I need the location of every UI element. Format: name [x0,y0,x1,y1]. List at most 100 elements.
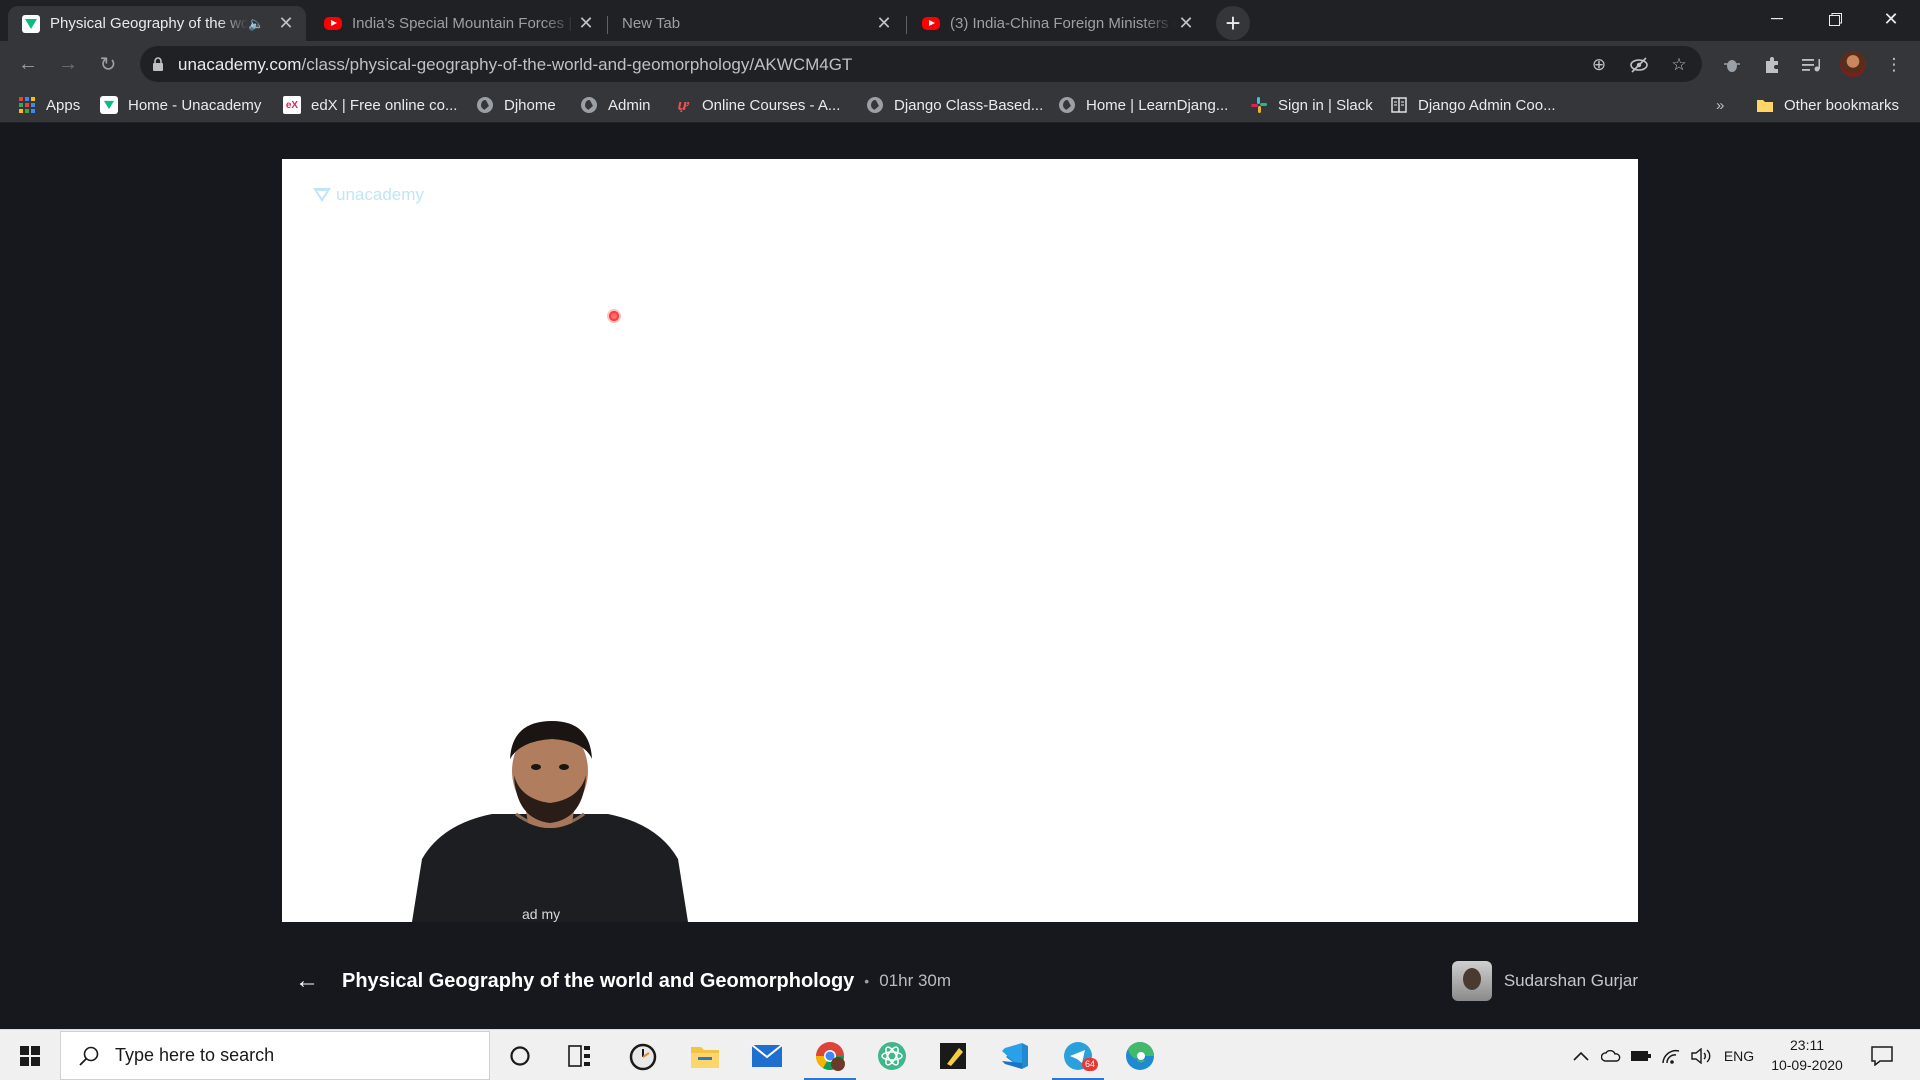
separator-dot: • [864,973,870,989]
sticky-notes-icon[interactable] [923,1030,983,1080]
bookmark-apps[interactable]: Apps [18,94,80,116]
media-queue-icon[interactable] [1800,53,1824,77]
bookmark-admin[interactable]: Admin [580,94,651,116]
atom-editor-icon[interactable] [862,1030,922,1080]
back-arrow-icon[interactable]: ← [292,966,322,996]
globe-icon [1058,96,1076,114]
bookmark-other-bookmarks[interactable]: Other bookmarks [1756,94,1899,116]
youtube-icon [324,15,342,33]
vscode-icon[interactable] [985,1030,1045,1080]
taskbar-clock[interactable]: 23:11 10-09-2020 [1762,1035,1852,1075]
restore-icon[interactable] [1806,0,1864,38]
battery-icon[interactable] [1628,1030,1654,1080]
wifi-icon[interactable] [1658,1030,1684,1080]
clock-date: 10-09-2020 [1771,1057,1843,1073]
clock-app-icon[interactable] [613,1030,673,1080]
url-path: /class/physical-geography-of-the-world-a… [301,55,853,74]
bookmark-label: Home - Unacademy [128,96,262,114]
forward-icon[interactable]: → [52,48,84,80]
bookmark-online-courses[interactable]: ự Online Courses - A... [674,94,841,116]
windows-logo-icon [20,1045,40,1066]
back-icon[interactable]: ← [12,48,44,80]
bookmark-label: Other bookmarks [1784,96,1900,114]
volume-icon[interactable] [1688,1030,1716,1080]
tab-title: New Tab [622,15,681,32]
bookmark-label: Admin [608,96,651,114]
input-language[interactable]: ENG [1720,1030,1758,1080]
educator-webcam-video: ad my [412,721,688,922]
close-window-icon[interactable]: ✕ [1862,0,1920,38]
taskbar-search-box[interactable]: Type here to search [60,1031,490,1080]
cortana-icon[interactable] [490,1030,550,1080]
tab-youtube-mountain-forces[interactable]: India's Special Mountain Forces | Indian… [310,6,606,41]
bookmark-learndjango[interactable]: Home | LearnDjang... [1058,94,1228,116]
youtube-icon [922,15,940,33]
bookmark-slack[interactable]: Sign in | Slack [1250,94,1373,116]
mail-icon[interactable] [737,1030,797,1080]
class-title: Physical Geography of the world and Geom… [342,969,855,992]
edge-browser-icon[interactable] [1110,1030,1170,1080]
browser-tab-strip: Physical Geography of the world and Geom… [0,0,1920,41]
telegram-icon[interactable]: 64 [1048,1030,1108,1080]
lock-icon [153,57,163,71]
bookmark-djhome[interactable]: Djhome [476,94,556,116]
close-tab-icon[interactable]: ✕ [874,13,894,34]
reload-icon[interactable]: ↻ [92,48,124,80]
speaker-icon[interactable]: 🔈 [248,16,266,32]
tab-title: India's Special Mountain Forces | Indian… [352,15,576,32]
bookmark-label: Online Courses - A... [702,96,841,114]
profile-avatar[interactable] [1840,51,1866,77]
windows-taskbar: Type here to search 64 ENG 23:11 10-09-2… [0,1029,1920,1080]
unacademy-icon [100,96,118,114]
start-button[interactable] [0,1030,60,1080]
bookmarks-bar: Apps Home - Unacademy eX edX | Free onli… [0,87,1920,123]
extensions-puzzle-icon[interactable] [1760,53,1784,77]
folder-icon [1756,96,1774,114]
task-view-icon[interactable] [550,1030,610,1080]
laser-pointer [607,309,621,323]
bookmark-label: Home | LearnDjang... [1086,96,1229,114]
new-tab-button[interactable]: + [1216,6,1250,40]
edx-icon: eX [283,96,301,114]
minimize-icon[interactable] [1748,0,1806,38]
search-icon [79,1046,99,1066]
file-explorer-icon[interactable] [675,1030,735,1080]
chrome-taskbar-icon[interactable] [800,1030,860,1080]
onedrive-icon[interactable] [1598,1030,1624,1080]
apps-grid-icon [18,96,36,114]
close-tab-icon[interactable]: ✕ [1176,13,1196,34]
telegram-unread-badge: 64 [1082,1058,1099,1071]
bookmark-label: Djhome [504,96,556,114]
bookmark-django-cbv[interactable]: Django Class-Based... [866,94,1043,116]
unacademy-logo-icon [313,188,331,202]
tab-divider [906,16,907,34]
tab-youtube-india-china[interactable]: (3) India-China Foreign Ministers meet ✕ [908,6,1206,41]
eye-off-icon[interactable] [1628,54,1650,76]
globe-icon [866,96,884,114]
star-icon[interactable]: ☆ [1668,54,1690,76]
educator-name: Sudarshan Gurjar [1503,971,1638,990]
address-bar[interactable]: unacademy.com/class/physical-geography-o… [140,46,1702,82]
url-domain: unacademy.com [178,55,302,74]
lecture-whiteboard: unacademy ad my [282,159,1638,922]
tab-unacademy-class[interactable]: Physical Geography of the world and Geom… [8,6,306,41]
install-app-icon[interactable]: ⊕ [1588,54,1610,76]
tab-new-tab[interactable]: New Tab ✕ [608,6,904,41]
educator-avatar [1451,961,1492,1001]
globe-icon [580,96,598,114]
bookmark-label: Django Class-Based... [894,96,1044,114]
close-tab-icon[interactable]: ✕ [576,13,596,34]
close-tab-icon[interactable]: ✕ [276,13,296,34]
show-hidden-icons-chevron[interactable] [1568,1030,1594,1080]
bookmark-edx[interactable]: eX edX | Free online co... [283,94,457,116]
chrome-menu-icon[interactable]: ⋮ [1882,53,1906,77]
educator-profile[interactable]: Sudarshan Gurjar [1451,961,1638,1001]
bookmark-label: edX | Free online co... [311,96,458,114]
bookmarks-overflow-button[interactable]: » [1716,94,1724,116]
action-center-icon[interactable] [1862,1030,1902,1080]
extension-bug-icon[interactable] [1720,53,1744,77]
bookmark-home-unacademy[interactable]: Home - Unacademy [100,94,261,116]
bookmark-django-admin-cookbook[interactable]: Django Admin Coo... [1390,94,1556,116]
class-info-bar: ← Physical Geography of the world and Ge… [282,961,1638,1001]
bookmark-label: Sign in | Slack [1278,96,1373,114]
